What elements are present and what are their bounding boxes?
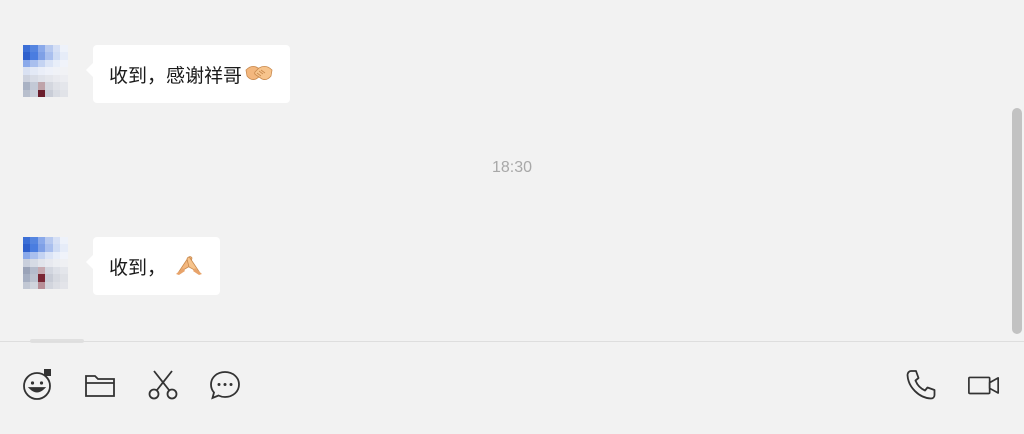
chat-bubble-icon[interactable] bbox=[208, 368, 242, 402]
pray-emoji bbox=[174, 252, 204, 281]
avatar[interactable] bbox=[23, 237, 75, 289]
video-camera-icon[interactable] bbox=[967, 368, 1001, 402]
message-bubble[interactable]: 收到，感谢祥哥 bbox=[85, 45, 291, 103]
scrollbar-thumb[interactable] bbox=[1012, 108, 1022, 334]
scrollbar[interactable] bbox=[1010, 0, 1024, 341]
handshake-emoji bbox=[244, 61, 274, 88]
timestamp: 18:30 bbox=[491, 159, 533, 176]
phone-icon[interactable] bbox=[904, 368, 938, 402]
message-text: 收到，感谢祥哥 bbox=[109, 64, 243, 87]
folder-icon[interactable] bbox=[83, 368, 117, 402]
input-toolbar bbox=[0, 342, 1024, 434]
message-row: 收到， bbox=[23, 237, 221, 295]
message-row: 收到，感谢祥哥 bbox=[23, 45, 291, 103]
scissors-icon[interactable] bbox=[146, 368, 180, 402]
emoji-icon[interactable] bbox=[21, 368, 55, 402]
chat-message-area[interactable]: 收到，感谢祥哥 18:30 收到， bbox=[0, 0, 1024, 341]
avatar[interactable] bbox=[23, 45, 75, 97]
message-text: 收到， bbox=[109, 256, 167, 279]
message-bubble[interactable]: 收到， bbox=[85, 237, 221, 295]
